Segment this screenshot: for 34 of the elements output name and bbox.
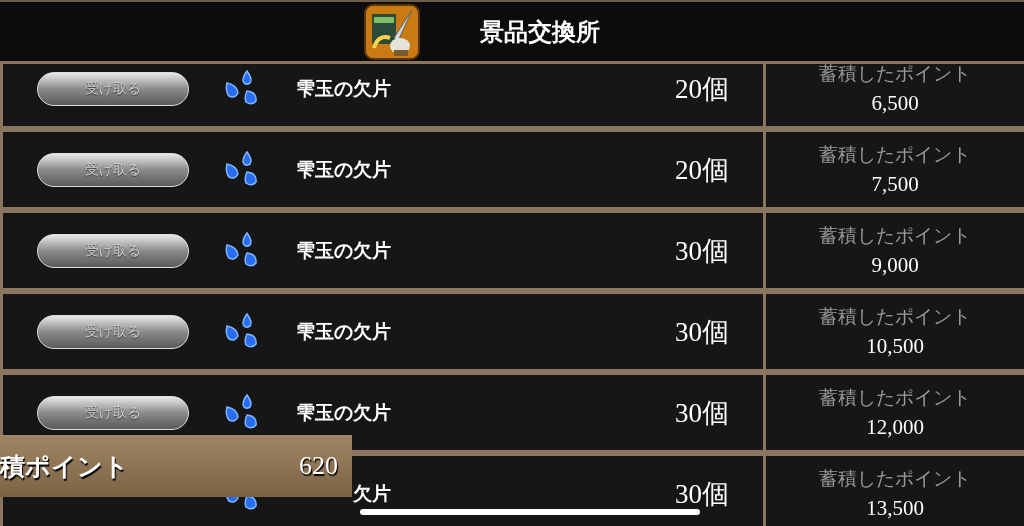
points-label: 蓄積したポイント xyxy=(819,385,971,410)
receive-button[interactable]: 受け取る xyxy=(37,152,189,187)
treasure-sword-icon xyxy=(364,3,420,60)
item-name: 雫玉の欠片 xyxy=(295,318,391,344)
receive-button[interactable]: 受け取る xyxy=(37,314,189,349)
item-name: 欠片 xyxy=(352,480,391,506)
points-label: 蓄積したポイント xyxy=(819,64,971,86)
points-value: 9,000 xyxy=(871,253,919,278)
points-label: 蓄積したポイント xyxy=(819,142,971,167)
item-count: 20個 xyxy=(675,72,729,106)
points-value: 7,500 xyxy=(871,172,919,197)
item-count: 30個 xyxy=(675,396,729,430)
item-count: 30個 xyxy=(675,477,729,511)
points-panel-label: 積ポイント xyxy=(0,450,129,483)
points-label: 蓄積したポイント xyxy=(819,223,971,248)
receive-button[interactable]: 受け取る xyxy=(37,233,189,268)
points-value: 6,500 xyxy=(871,91,919,116)
receive-button[interactable]: 受け取る xyxy=(37,395,189,430)
item-count: 20個 xyxy=(675,153,729,187)
points-value: 13,500 xyxy=(866,496,924,521)
home-indicator[interactable] xyxy=(360,509,700,515)
points-panel-value: 620 xyxy=(299,451,338,481)
item-name: 雫玉の欠片 xyxy=(295,237,391,263)
screen-title: 景品交換所 xyxy=(480,16,600,48)
receive-button[interactable]: 受け取る xyxy=(37,71,189,106)
item-count: 30個 xyxy=(675,315,729,349)
points-value: 12,000 xyxy=(866,415,924,440)
item-name: 雫玉の欠片 xyxy=(295,156,391,182)
item-count: 30個 xyxy=(675,234,729,268)
points-label: 蓄積したポイント xyxy=(819,466,971,491)
item-name: 雫玉の欠片 xyxy=(295,75,391,101)
item-name: 雫玉の欠片 xyxy=(295,399,391,425)
points-value: 10,500 xyxy=(866,334,924,359)
points-label: 蓄積したポイント xyxy=(819,304,971,329)
